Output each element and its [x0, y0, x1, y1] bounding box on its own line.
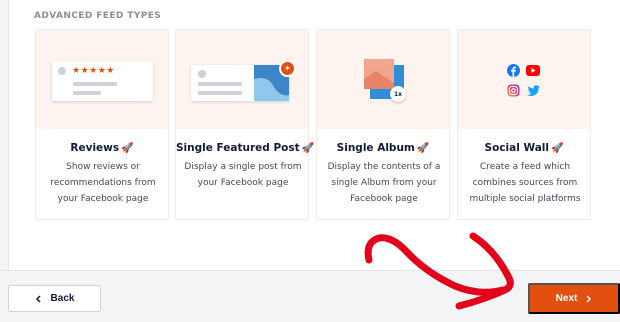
review-mock: ★★★★★	[52, 61, 153, 101]
card-title: Single Featured Post 🚀	[176, 142, 315, 154]
instagram-icon	[507, 84, 520, 97]
card-description: Display the contents of a single Album f…	[327, 162, 441, 204]
reviews-illustration: ★★★★★	[36, 30, 168, 129]
featured-post-illustration: ✦	[176, 30, 308, 129]
feed-card-single-featured-post[interactable]: ✦ Single Featured Post 🚀 Display a single…	[175, 29, 315, 220]
card-title: Reviews 🚀	[70, 142, 134, 154]
card-title: Social Wall 🚀	[484, 142, 564, 154]
section-title: ADVANCED FEED TYPES	[34, 11, 162, 21]
back-label: Back	[50, 293, 75, 304]
text-line	[73, 82, 117, 86]
facebook-icon	[507, 64, 520, 77]
chevron-left-icon	[35, 294, 41, 303]
next-label: Next	[555, 293, 578, 304]
card-description: Display a single post from your Facebook…	[184, 162, 302, 188]
back-button[interactable]: Back	[8, 285, 101, 312]
social-wall-illustration	[458, 30, 590, 129]
card-title: Single Album 🚀	[336, 142, 430, 154]
feed-card-reviews[interactable]: ★★★★★ Reviews 🚀 Show reviews or recommend…	[35, 29, 169, 220]
rocket-icon: 🚀	[121, 143, 134, 154]
star-rating: ★★★★★	[72, 66, 115, 76]
post-mock	[191, 65, 289, 101]
card-description: Create a feed which combines sources fro…	[469, 162, 581, 204]
album-count-badge: 1x	[390, 86, 406, 102]
next-button[interactable]: Next	[528, 283, 620, 314]
youtube-icon	[526, 65, 540, 76]
feed-card-social-wall[interactable]: Social Wall 🚀 Create a feed which combine…	[457, 29, 591, 220]
text-line	[73, 91, 101, 95]
text-line	[198, 91, 242, 95]
pin-icon: ✦	[279, 60, 296, 77]
rocket-icon: 🚀	[301, 143, 315, 154]
feed-card-single-album[interactable]: 1x Single Album 🚀 Display the contents of…	[316, 29, 450, 220]
annotation-arrow-icon	[364, 232, 514, 310]
twitter-icon	[526, 85, 540, 97]
chevron-right-icon	[586, 294, 592, 303]
album-illustration: 1x	[317, 30, 449, 129]
avatar	[58, 67, 66, 75]
rocket-icon: 🚀	[550, 143, 564, 154]
card-description: Show reviews or recommendations from you…	[50, 162, 156, 204]
avatar	[198, 70, 206, 78]
text-line	[198, 82, 242, 86]
rocket-icon: 🚀	[416, 143, 430, 154]
